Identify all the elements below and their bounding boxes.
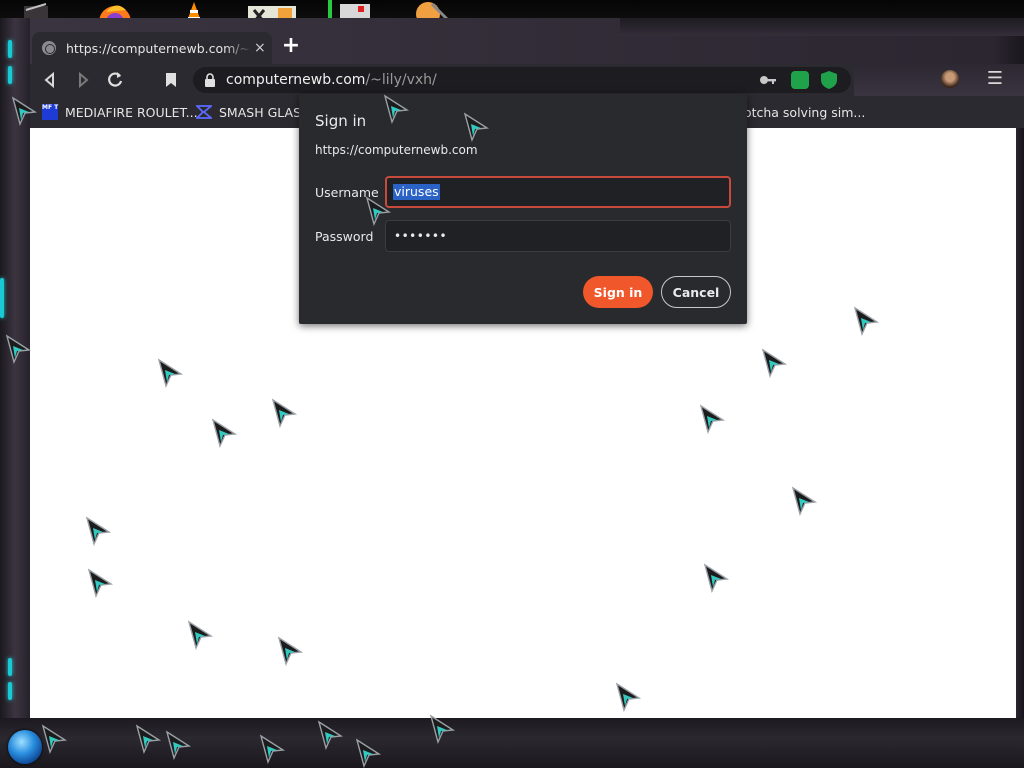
- cursor-artifact-icon: [615, 682, 642, 712]
- cursor-artifact-icon: [41, 724, 68, 754]
- bookmark-mediafire-roulette[interactable]: MF T MEDIAFIRE ROULET...: [42, 102, 198, 122]
- tab-strip: https://computernewb.com/~lily/vxh/ × +: [30, 30, 1024, 64]
- lock-icon[interactable]: [205, 73, 215, 87]
- cursor-artifact-icon: [5, 334, 32, 364]
- url-text: computernewb.com/~lily/vxh/: [226, 72, 437, 88]
- dialog-title: Sign in: [315, 112, 367, 130]
- url-domain: computernewb.com: [226, 72, 366, 88]
- url-path: /~lily/vxh/: [365, 72, 437, 88]
- cursor-artifact-icon: [271, 398, 298, 428]
- browser-toolbar: computernewb.com/~lily/vxh/: [30, 64, 854, 96]
- smash-glass-icon: [196, 105, 212, 119]
- bookmark-smash-glass[interactable]: SMASH GLASS: [196, 102, 309, 122]
- extension-icon[interactable]: [791, 71, 809, 89]
- frame-light: [0, 278, 4, 318]
- bookmark-label: MEDIAFIRE ROULET...: [65, 104, 198, 120]
- bookmark-captcha-solving[interactable]: aptcha solving sim...: [736, 102, 865, 122]
- mediafire-icon: MF T: [42, 104, 58, 120]
- frame-light: [8, 682, 12, 700]
- shield-extension-icon[interactable]: [821, 71, 837, 89]
- cursor-artifact-icon: [355, 738, 382, 768]
- cursor-artifact-icon: [165, 730, 192, 760]
- frame-light: [8, 66, 12, 84]
- globe-icon: [42, 41, 56, 55]
- cursor-artifact-icon: [317, 720, 344, 750]
- back-button[interactable]: [38, 68, 62, 92]
- window-frame-right: [1016, 128, 1024, 728]
- profile-avatar[interactable]: [941, 70, 959, 88]
- password-label: Password: [315, 229, 374, 244]
- cursor-artifact-icon: [761, 348, 788, 378]
- bookmark-button[interactable]: [159, 68, 183, 92]
- screen: https://computernewb.com/~lily/vxh/ × + …: [0, 0, 1024, 768]
- cursor-artifact-icon: [85, 516, 112, 546]
- cursor-artifact-icon: [187, 620, 214, 650]
- cursor-artifact-icon: [277, 636, 304, 666]
- new-tab-button[interactable]: +: [280, 35, 302, 58]
- cursor-artifact-icon: [365, 196, 392, 226]
- key-icon[interactable]: [759, 72, 777, 88]
- dialog-origin: https://computernewb.com: [315, 143, 478, 157]
- frame-light: [8, 658, 12, 676]
- cursor-artifact-icon: [11, 96, 38, 126]
- cursor-artifact-icon: [429, 714, 456, 744]
- cursor-artifact-icon: [259, 734, 286, 764]
- cancel-button[interactable]: Cancel: [661, 276, 731, 308]
- close-tab-icon[interactable]: ×: [254, 40, 266, 56]
- reload-button[interactable]: [103, 68, 127, 92]
- password-value: •••••••: [394, 229, 448, 243]
- cursor-artifact-icon: [463, 112, 490, 142]
- menu-button[interactable]: ☰: [985, 68, 1005, 90]
- username-value: viruses: [393, 184, 440, 200]
- cursor-artifact-icon: [383, 94, 410, 124]
- back-arrow-icon: [44, 71, 54, 89]
- start-button[interactable]: [8, 730, 42, 764]
- tab-title: https://computernewb.com/~lily/vxh/: [66, 40, 252, 56]
- sign-in-button[interactable]: Sign in: [583, 276, 653, 308]
- frame-light: [8, 40, 12, 58]
- forward-button[interactable]: [71, 68, 95, 92]
- cursor-artifact-icon: [699, 404, 726, 434]
- password-field[interactable]: •••••••: [385, 220, 731, 252]
- address-bar[interactable]: computernewb.com/~lily/vxh/: [193, 67, 851, 93]
- bookmark-label: aptcha solving sim...: [736, 104, 866, 120]
- cursor-artifact-icon: [791, 486, 818, 516]
- browser-tab[interactable]: https://computernewb.com/~lily/vxh/ ×: [32, 32, 272, 64]
- cursor-artifact-icon: [87, 568, 114, 598]
- cursor-artifact-icon: [135, 724, 162, 754]
- cursor-artifact-icon: [211, 418, 238, 448]
- bookmark-label: SMASH GLASS: [219, 104, 309, 120]
- username-field[interactable]: viruses: [385, 176, 731, 208]
- cursor-artifact-icon: [853, 306, 880, 336]
- forward-arrow-icon: [79, 71, 89, 89]
- cursor-artifact-icon: [157, 358, 184, 388]
- bookmark-icon: [166, 73, 176, 87]
- cursor-artifact-icon: [703, 563, 730, 593]
- reload-icon: [108, 72, 123, 87]
